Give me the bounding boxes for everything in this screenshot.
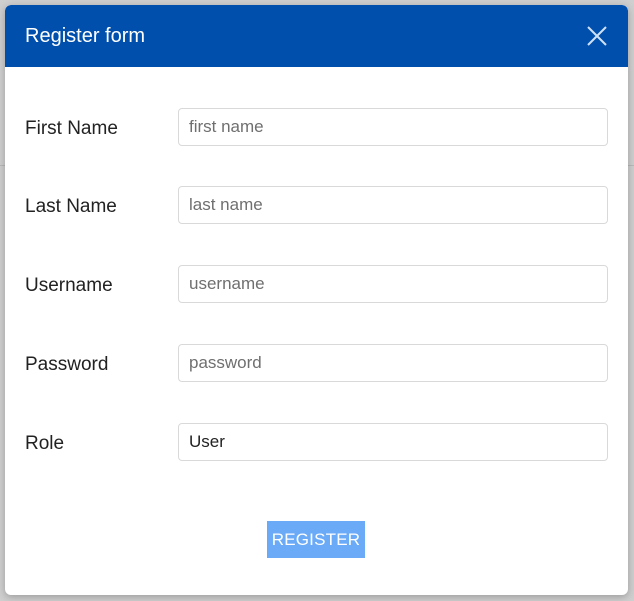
password-label: Password [25,354,109,375]
first-name-field[interactable] [178,108,608,146]
first-name-row: First Name [5,108,628,146]
password-field[interactable] [178,344,608,382]
close-icon[interactable] [586,25,608,47]
password-row: Password [5,344,628,382]
modal-header: Register form [5,5,628,67]
role-field[interactable] [178,423,608,461]
last-name-row: Last Name [5,186,628,224]
register-button[interactable]: REGISTER [267,521,365,558]
modal-title: Register form [25,25,146,47]
register-modal: Register form First Name Last Name Usern… [5,5,628,595]
username-field[interactable] [178,265,608,303]
first-name-label: First Name [25,118,118,139]
username-row: Username [5,265,628,303]
last-name-label: Last Name [25,196,117,217]
role-row: Role [5,423,628,461]
role-label: Role [25,433,65,454]
background-divider [628,165,634,166]
last-name-field[interactable] [178,186,608,224]
username-label: Username [25,275,113,296]
